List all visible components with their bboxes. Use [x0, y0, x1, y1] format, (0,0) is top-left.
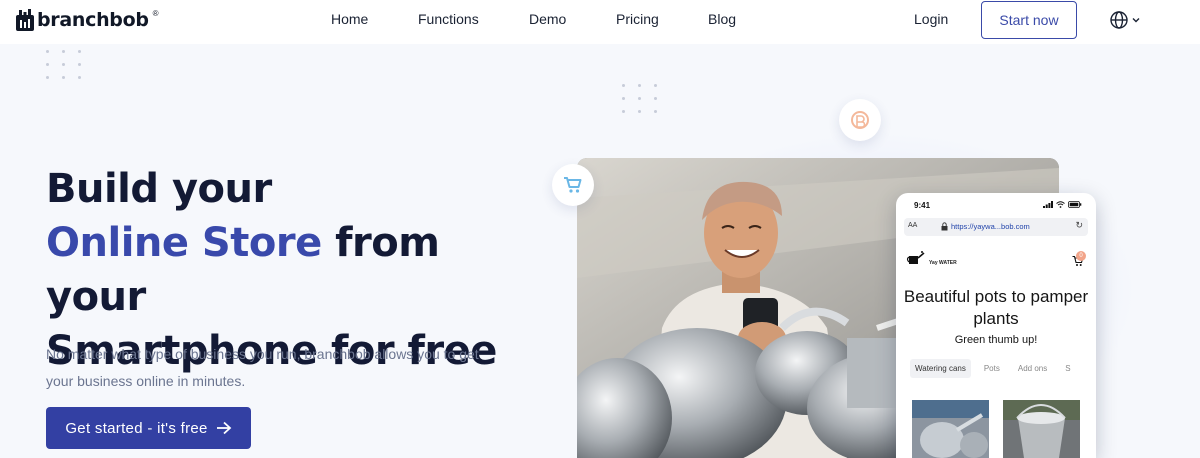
- cart-icon: [564, 177, 582, 193]
- tab-pots[interactable]: Pots: [979, 359, 1005, 378]
- language-selector[interactable]: [1109, 10, 1141, 30]
- get-started-button[interactable]: Get started - it's free: [46, 407, 251, 449]
- text-size-toggle[interactable]: AA: [908, 222, 917, 229]
- logo-mark-icon: [16, 9, 34, 31]
- chevron-down-icon: [1132, 18, 1140, 23]
- tab-watering-cans[interactable]: Watering cans: [910, 359, 971, 378]
- branchbob-logo[interactable]: branchbob ®: [16, 9, 159, 31]
- get-started-label: Get started - it's free: [65, 419, 208, 437]
- shop-brand-name: Yay WATER: [929, 260, 957, 266]
- headline-line-1: Build your: [46, 166, 272, 212]
- wifi-icon: [1056, 201, 1065, 208]
- tab-more[interactable]: S: [1060, 359, 1075, 378]
- arrow-right-icon: [216, 421, 231, 435]
- shop-brand[interactable]: Yay WATER: [906, 250, 957, 266]
- phone-url-text: https://yaywa...bob.com: [951, 222, 1030, 231]
- nav-link-home[interactable]: Home: [331, 11, 368, 27]
- nav-link-pricing[interactable]: Pricing: [616, 11, 659, 27]
- nav-link-blog[interactable]: Blog: [708, 11, 736, 27]
- hero-subtext: No matter what type of business you run,…: [46, 346, 479, 389]
- lock-icon: [941, 222, 948, 231]
- phone-url-bar[interactable]: AA https://yaywa...bob.com ↻: [904, 218, 1088, 236]
- phone-time: 9:41: [914, 201, 931, 210]
- watering-can-logo-icon: [906, 251, 925, 264]
- phone-status-icons: [1043, 201, 1082, 208]
- globe-icon: [1110, 11, 1128, 29]
- phone-shop-title: Beautiful pots to pamper plants: [903, 287, 1089, 328]
- coin-icon: [851, 111, 869, 129]
- headline-accent: Online Store: [46, 220, 322, 266]
- battery-icon: [1068, 201, 1082, 208]
- decorative-dots: [622, 84, 657, 113]
- watering-cans-product-image: [912, 400, 989, 458]
- phone-category-tabs: Watering cans Pots Add ons S: [910, 359, 1076, 378]
- coin-bubble: [839, 99, 881, 141]
- product-thumbnail[interactable]: [1003, 400, 1080, 458]
- top-navigation: branchbob ® Home Functions Demo Pricing …: [0, 0, 1200, 44]
- login-link[interactable]: Login: [914, 11, 948, 27]
- metal-bucket-product-image: [1003, 400, 1080, 458]
- decorative-dots: [46, 50, 81, 79]
- nav-link-demo[interactable]: Demo: [529, 11, 566, 27]
- logo-text: branchbob: [37, 9, 149, 31]
- phone-shop-subtitle: Green thumb up!: [954, 334, 1038, 346]
- cart-bubble: [552, 164, 594, 206]
- reload-icon[interactable]: ↻: [1075, 220, 1083, 231]
- tab-add-ons[interactable]: Add ons: [1013, 359, 1052, 378]
- phone-mockup: 9:41 AA https://yaywa...bob.com ↻ Yay WA…: [896, 193, 1096, 458]
- logo-registered-mark: ®: [152, 8, 159, 18]
- start-now-button[interactable]: Start now: [981, 1, 1077, 39]
- signal-icon: [1043, 201, 1053, 208]
- nav-link-functions[interactable]: Functions: [418, 11, 479, 27]
- cart-count-badge: 0: [1076, 251, 1086, 261]
- product-thumbnail[interactable]: [912, 400, 989, 458]
